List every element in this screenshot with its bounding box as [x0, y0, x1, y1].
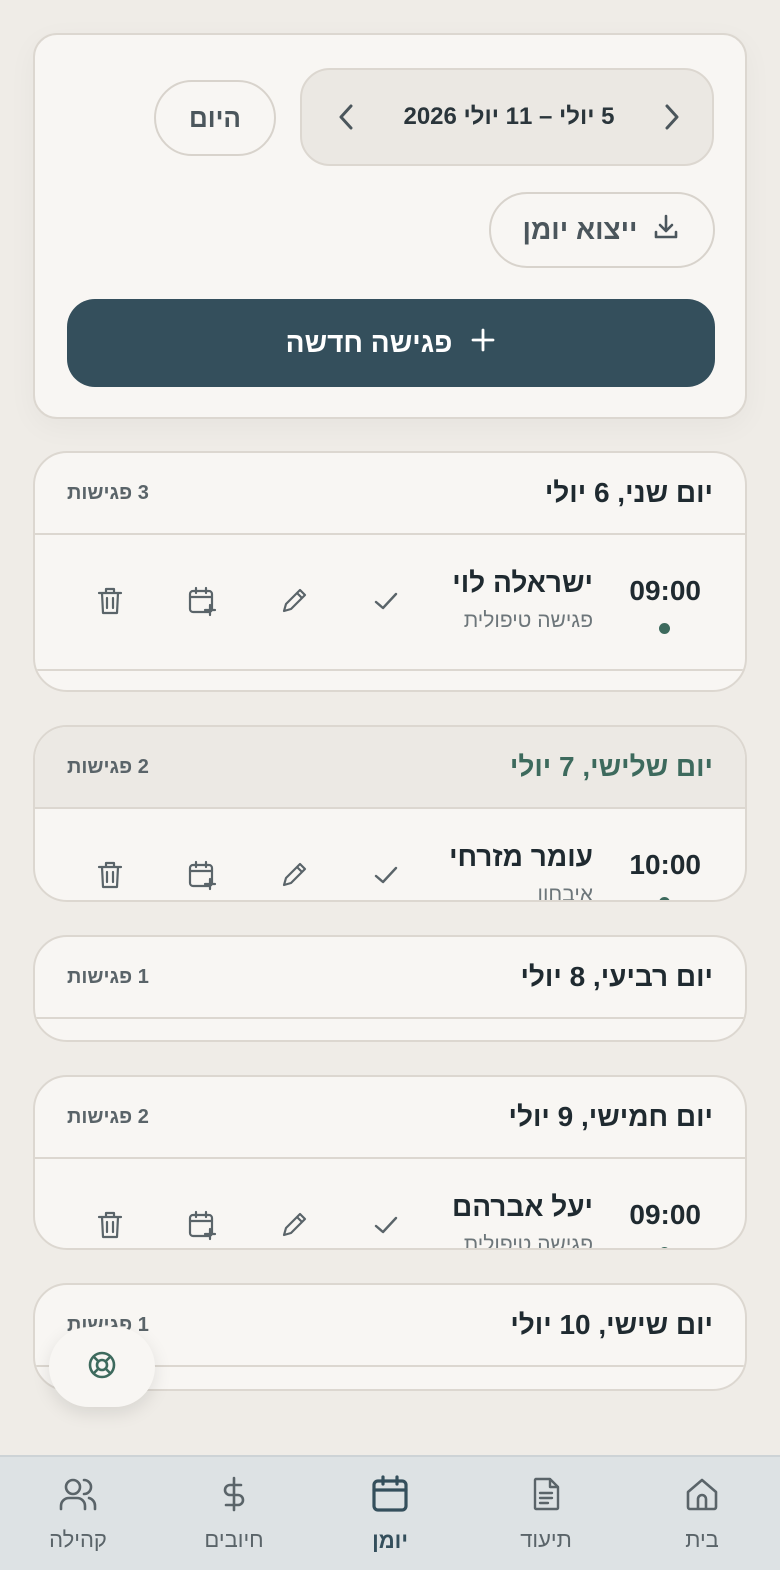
- nav-calendar[interactable]: יומן: [312, 1457, 468, 1570]
- check-icon[interactable]: [368, 857, 404, 893]
- download-icon: [651, 212, 681, 249]
- help-button[interactable]: [49, 1327, 155, 1407]
- appointment-type: פגישה טיפולית: [463, 1233, 593, 1250]
- client-name: ישראלה לוי: [452, 567, 593, 598]
- nav-documentation[interactable]: תיעוד: [468, 1457, 624, 1570]
- home-icon: [683, 1475, 721, 1519]
- trash-icon[interactable]: [92, 583, 128, 619]
- day-title: יום שלישי, 7 יולי: [509, 751, 713, 782]
- lifebuoy-icon: [86, 1349, 118, 1386]
- bottom-navigation: בית תיעוד יומן חיובים קהילה: [0, 1455, 780, 1570]
- new-meeting-button[interactable]: פגישה חדשה: [67, 299, 715, 387]
- appointment-row[interactable]: 09:00 יעל אברהם פגישה טיפולית: [35, 1159, 745, 1250]
- nav-documentation-label: תיעוד: [520, 1526, 572, 1552]
- appointment-type: פגישה טיפולית: [463, 609, 593, 632]
- nav-community-label: קהילה: [49, 1526, 107, 1552]
- day-title: יום שני, 6 יולי: [544, 477, 713, 508]
- nav-calendar-label: יומן: [372, 1527, 408, 1553]
- meetings-count: 1 פגישות: [67, 965, 149, 988]
- appointment-type: איבחון: [537, 883, 593, 902]
- chevron-right-icon[interactable]: [658, 103, 686, 131]
- calendar-controls-card: 5 יולי – 11 יולי 2026 היום ייצוא יומן פג…: [33, 33, 747, 419]
- day-header[interactable]: יום שלישי, 7 יולי 2 פגישות: [35, 727, 745, 809]
- users-icon: [58, 1475, 98, 1519]
- day-header[interactable]: יום שני, 6 יולי 3 פגישות: [35, 453, 745, 535]
- status-dot: [659, 1247, 670, 1248]
- calendar-plus-icon[interactable]: [184, 857, 220, 893]
- trash-icon[interactable]: [92, 1207, 128, 1243]
- client-name: יעל אברהם: [452, 1191, 593, 1222]
- pencil-icon[interactable]: [276, 583, 312, 619]
- nav-community[interactable]: קהילה: [0, 1457, 156, 1570]
- client-name: עומר מזרחי: [449, 841, 593, 872]
- appointment-row[interactable]: 09:00 ישראלה לוי פגישה טיפולית: [35, 535, 745, 671]
- pencil-icon[interactable]: [276, 1207, 312, 1243]
- day-title: יום שישי, 10 יולי: [510, 1309, 713, 1340]
- chevron-left-icon[interactable]: [332, 103, 360, 131]
- meetings-count: 3 פגישות: [67, 481, 149, 504]
- calendar-plus-icon[interactable]: [184, 1207, 220, 1243]
- new-meeting-label: פגישה חדשה: [285, 327, 453, 358]
- appointment-time: 10:00: [629, 849, 701, 880]
- pencil-icon[interactable]: [276, 857, 312, 893]
- day-header[interactable]: יום חמישי, 9 יולי 2 פגישות: [35, 1077, 745, 1159]
- nav-billing-label: חיובים: [204, 1526, 264, 1552]
- appointment-time: 09:00: [629, 1199, 701, 1230]
- nav-billing[interactable]: חיובים: [156, 1457, 312, 1570]
- day-title: יום רביעי, 8 יולי: [520, 961, 713, 992]
- nav-home[interactable]: בית: [624, 1457, 780, 1570]
- check-icon[interactable]: [368, 583, 404, 619]
- date-range-label: 5 יולי – 11 יולי 2026: [403, 103, 615, 130]
- check-icon[interactable]: [368, 1207, 404, 1243]
- appointment-row[interactable]: 10:00 עומר מזרחי איבחון: [35, 809, 745, 902]
- trash-icon[interactable]: [92, 857, 128, 893]
- meetings-count: 2 פגישות: [67, 1105, 149, 1128]
- calendar-icon: [370, 1474, 410, 1520]
- day-card: יום חמישי, 9 יולי 2 פגישות 09:00 יעל אבר…: [33, 1075, 747, 1250]
- export-calendar-button[interactable]: ייצוא יומן: [489, 192, 715, 268]
- date-range-selector: 5 יולי – 11 יולי 2026: [300, 68, 714, 166]
- plus-icon: [470, 327, 496, 360]
- export-calendar-label: ייצוא יומן: [522, 214, 638, 245]
- dollar-icon: [215, 1475, 253, 1519]
- status-dot: [659, 623, 670, 634]
- day-card: יום רביעי, 8 יולי 1 פגישות: [33, 935, 747, 1042]
- nav-home-label: בית: [685, 1526, 719, 1552]
- document-icon: [527, 1475, 565, 1519]
- day-card: יום שני, 6 יולי 3 פגישות 09:00 ישראלה לו…: [33, 451, 747, 692]
- day-header[interactable]: יום רביעי, 8 יולי 1 פגישות: [35, 937, 745, 1019]
- day-card: יום שלישי, 7 יולי 2 פגישות 10:00 עומר מז…: [33, 725, 747, 902]
- status-dot: [659, 897, 670, 900]
- day-title: יום חמישי, 9 יולי: [508, 1101, 714, 1132]
- calendar-plus-icon[interactable]: [184, 583, 220, 619]
- appointment-time: 09:00: [629, 575, 701, 606]
- today-button[interactable]: היום: [154, 80, 276, 156]
- meetings-count: 2 פגישות: [67, 755, 149, 778]
